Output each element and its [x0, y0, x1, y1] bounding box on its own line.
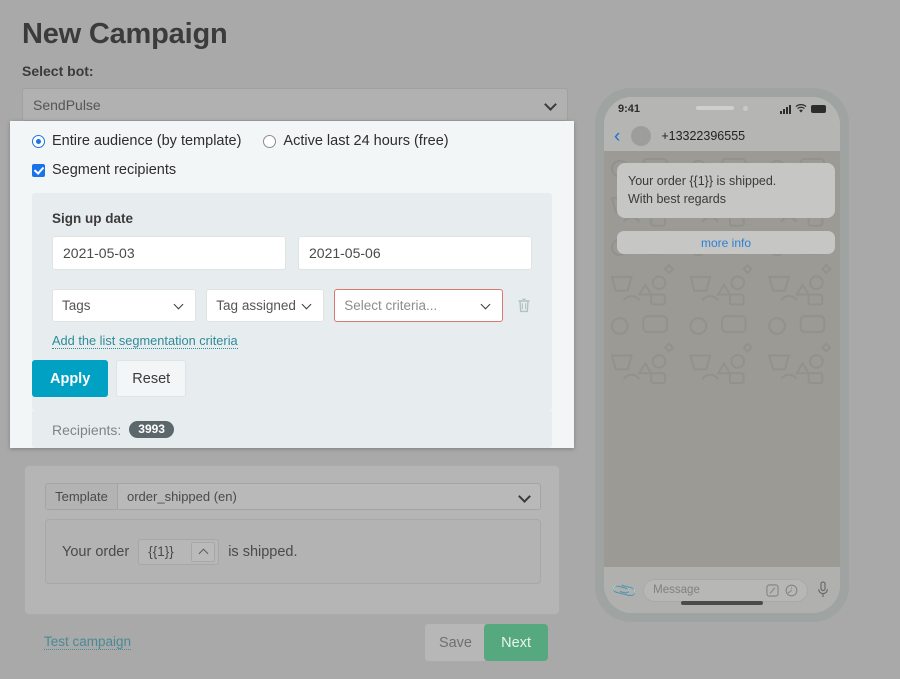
chevron-down-icon	[546, 99, 557, 110]
chevron-down-icon	[175, 300, 186, 311]
test-campaign-link[interactable]: Test campaign	[44, 634, 132, 650]
segment-recipients-label: Segment recipients	[52, 162, 177, 178]
date-range-row: 2021-05-03 2021-05-06	[52, 236, 532, 270]
template-select-row[interactable]: Template order_shipped (en)	[45, 483, 541, 510]
contact-name: +13322396555	[661, 129, 746, 143]
recipients-label: Recipients:	[52, 421, 122, 438]
template-card: Template order_shipped (en) Your order {…	[24, 465, 560, 615]
message-input[interactable]: Message	[643, 578, 808, 602]
add-segmentation-criteria-link[interactable]: Add the list segmentation criteria	[52, 333, 238, 349]
message-bubble: Your order {{1}} is shipped. With best r…	[617, 163, 835, 219]
phone-preview-frame: 9:41 ‹ +13322396555 Your order {{1}} is …	[595, 88, 849, 622]
signup-date-label: Sign up date	[52, 211, 133, 226]
chat-input-bar: 📎 Message	[604, 567, 840, 613]
battery-icon	[811, 105, 826, 113]
chevron-up-icon[interactable]	[191, 541, 216, 562]
radio-entire-audience-label: Entire audience (by template)	[52, 133, 242, 149]
speaker-grill	[696, 106, 734, 110]
segment-recipients-checkbox[interactable]: Segment recipients	[32, 162, 176, 178]
microphone-icon[interactable]	[816, 581, 830, 599]
radio-active-24h-dot	[263, 134, 277, 148]
checkmark-icon	[32, 163, 45, 177]
bot-select-value: SendPulse	[33, 96, 101, 113]
sticker-icon[interactable]	[766, 583, 779, 597]
radio-entire-audience[interactable]: Entire audience (by template)	[32, 133, 241, 149]
save-button[interactable]: Save	[424, 624, 486, 661]
phone-screen: 9:41 ‹ +13322396555 Your order {{1}} is …	[604, 97, 840, 613]
campaign-form-column: New Campaign Select bot: SendPulse Entir…	[0, 0, 590, 679]
filter-row: Tags Tag assigned Select criteria...	[52, 289, 532, 322]
date-to-input[interactable]: 2021-05-06	[298, 236, 532, 270]
chevron-down-icon	[482, 300, 493, 311]
wifi-icon	[795, 104, 807, 113]
avatar[interactable]	[631, 126, 652, 146]
page-title: New Campaign	[22, 18, 228, 50]
footer-actions: Test campaign Save Next	[24, 616, 560, 679]
paperclip-icon[interactable]: 📎	[610, 576, 638, 604]
template-select[interactable]: order_shipped (en)	[118, 484, 540, 509]
chat-body: Your order {{1}} is shipped. With best r…	[604, 151, 840, 567]
template-variable-field[interactable]: {{1}}	[138, 538, 220, 565]
template-variable-value: {{1}}	[148, 544, 174, 559]
radio-entire-audience-dot	[32, 134, 45, 148]
template-body-suffix: is shipped.	[228, 543, 298, 560]
back-chevron-icon[interactable]: ‹	[614, 127, 620, 146]
date-from-input[interactable]: 2021-05-03	[52, 236, 286, 270]
chat-header: ‹ +13322396555	[604, 121, 840, 151]
message-input-placeholder: Message	[653, 584, 700, 596]
filter-condition-select[interactable]: Tag assigned	[206, 289, 325, 322]
home-indicator	[681, 601, 763, 605]
radio-active-24h[interactable]: Active last 24 hours (free)	[263, 133, 449, 149]
audience-radio-group: Entire audience (by template) Active las…	[32, 133, 449, 149]
template-body-preview: Your order {{1}} is shipped.	[45, 519, 541, 584]
recipients-count-badge: 3993	[129, 421, 174, 438]
apply-reset-group: Apply Reset	[32, 360, 187, 397]
bot-select[interactable]: SendPulse	[22, 88, 568, 121]
template-select-value: order_shipped (en)	[127, 489, 237, 504]
message-line-2: With best regards	[628, 192, 726, 207]
filter-field-value: Tags	[62, 298, 91, 313]
apply-button[interactable]: Apply	[32, 360, 109, 397]
disappearing-timer-icon[interactable]	[785, 584, 798, 597]
filter-condition-value: Tag assigned	[216, 298, 296, 313]
radio-active-24h-label: Active last 24 hours (free)	[283, 133, 449, 149]
template-body-prefix: Your order	[62, 543, 130, 560]
filter-value-select[interactable]: Select criteria...	[334, 289, 503, 322]
message-cta-button[interactable]: more info	[617, 231, 835, 254]
chevron-down-icon	[520, 491, 531, 502]
status-icons	[780, 104, 826, 114]
select-bot-label: Select bot:	[22, 63, 94, 79]
front-camera-icon	[743, 105, 748, 111]
recipients-bar: Recipients: 3993	[32, 411, 552, 448]
trash-icon[interactable]	[516, 297, 532, 314]
chevron-down-icon	[303, 300, 314, 311]
template-label: Template	[46, 484, 118, 509]
next-button[interactable]: Next	[484, 624, 548, 661]
cellular-signal-icon	[780, 104, 791, 114]
filter-value-placeholder: Select criteria...	[344, 298, 438, 313]
status-time: 9:41	[618, 103, 641, 115]
message-line-1: Your order {{1}} is shipped.	[628, 174, 777, 188]
segmentation-panel: Entire audience (by template) Active las…	[10, 121, 574, 448]
reset-button[interactable]: Reset	[116, 360, 187, 397]
filter-field-select[interactable]: Tags	[52, 289, 197, 322]
phone-notch	[663, 97, 781, 119]
